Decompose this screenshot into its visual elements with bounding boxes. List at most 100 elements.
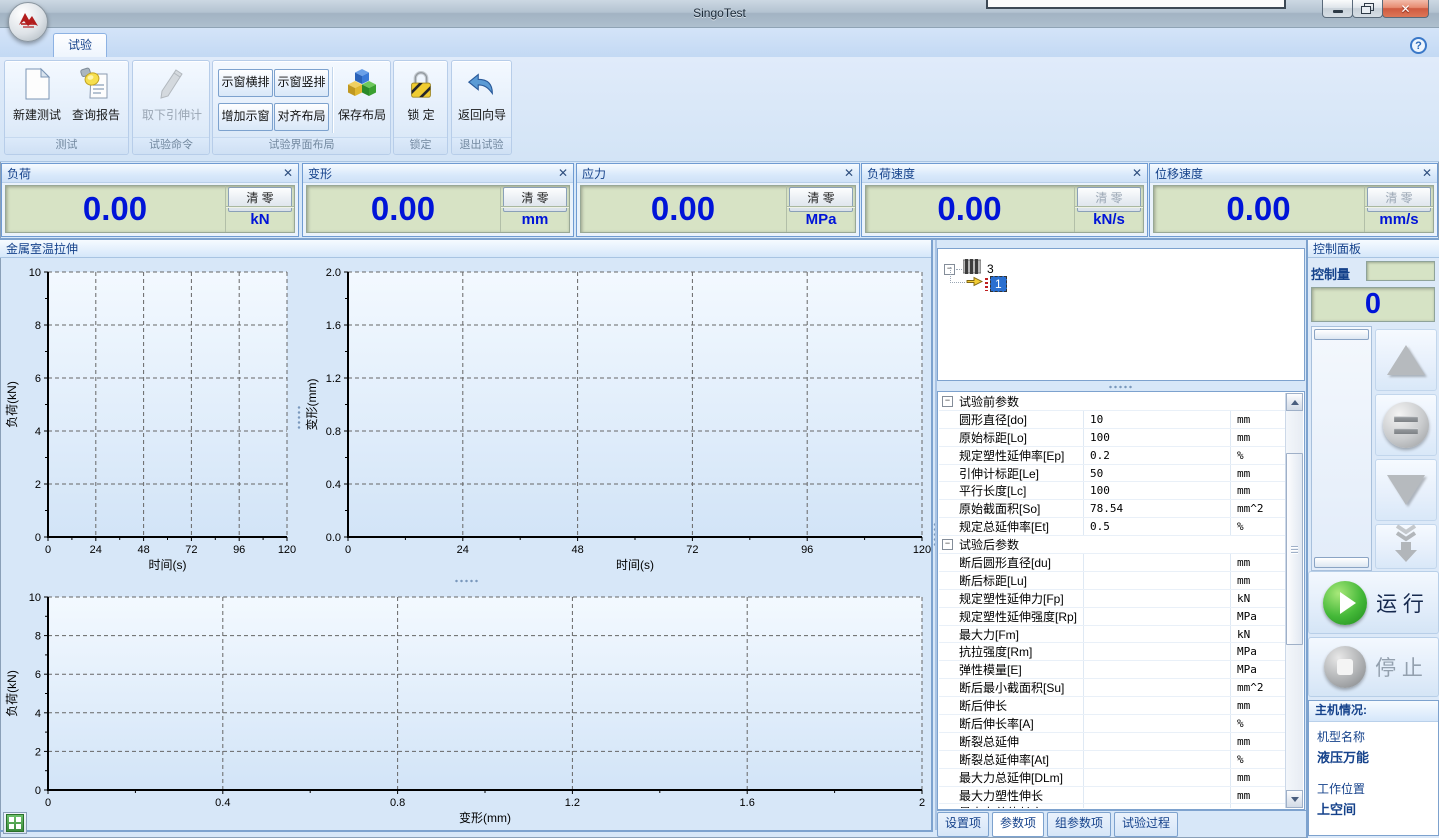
panel-close-icon[interactable]: ✕: [558, 166, 568, 180]
app-menu-button[interactable]: [8, 2, 48, 42]
tab-params[interactable]: 参数项: [992, 812, 1044, 837]
align-layout-button[interactable]: 对齐布局: [274, 103, 329, 131]
param-value[interactable]: [1084, 697, 1231, 714]
back-wizard-button[interactable]: 返回向导: [454, 64, 510, 137]
run-button[interactable]: 运 行: [1308, 571, 1439, 634]
load-display-panel: 负荷 ✕ 0.00 清 零 kN: [1, 163, 299, 237]
add-window-button[interactable]: 增加示窗: [218, 103, 273, 131]
display-title: 负荷: [7, 165, 31, 182]
param-row: 引伸计标距[Le]50mm: [939, 465, 1286, 483]
param-value[interactable]: 100: [1084, 482, 1231, 499]
svg-text:0: 0: [45, 797, 51, 809]
param-value[interactable]: [1084, 751, 1231, 768]
param-value[interactable]: 10: [1084, 411, 1231, 428]
close-button[interactable]: ✕: [1382, 0, 1429, 18]
group-label-command: 试验命令: [133, 137, 209, 154]
bottom-tab-bar: 设置项参数项组参数项试验过程: [937, 812, 1306, 836]
tab-group-params[interactable]: 组参数项: [1047, 812, 1111, 837]
remove-extensometer-button[interactable]: 取下引伸计: [137, 64, 207, 137]
param-value[interactable]: [1084, 661, 1231, 678]
spin-down-button[interactable]: [1375, 459, 1437, 521]
display-readout: 0.00 清 零 kN/s: [865, 185, 1144, 233]
collapse-icon[interactable]: −: [942, 396, 953, 407]
param-value[interactable]: 0.2: [1084, 447, 1231, 464]
scroll-up-button[interactable]: [1286, 393, 1303, 411]
param-value[interactable]: 0.5: [1084, 518, 1231, 535]
help-button[interactable]: ?: [1410, 37, 1427, 54]
svg-text:负荷(kN): 负荷(kN): [5, 670, 19, 717]
collapse-icon[interactable]: −: [942, 539, 953, 550]
param-value[interactable]: [1084, 715, 1231, 732]
ribbon-tab-test[interactable]: 试验: [53, 33, 107, 57]
svg-text:6: 6: [35, 373, 41, 385]
panel-close-icon[interactable]: ✕: [283, 166, 293, 180]
splitter-grip: [454, 579, 480, 583]
svg-text:0.0: 0.0: [326, 532, 341, 544]
balance-button[interactable]: [1375, 394, 1437, 456]
param-row: 平行长度[Lc]100mm: [939, 482, 1286, 500]
param-value[interactable]: [1084, 804, 1231, 808]
fast-down-button[interactable]: [1375, 524, 1437, 569]
param-value[interactable]: 78.54: [1084, 500, 1231, 517]
minimize-button[interactable]: [1322, 0, 1353, 18]
param-value[interactable]: [1084, 572, 1231, 589]
param-value[interactable]: [1084, 787, 1231, 804]
tab-settings[interactable]: 设置项: [937, 812, 989, 837]
tab-process[interactable]: 试验过程: [1114, 812, 1178, 837]
back-wizard-label: 返回向导: [458, 106, 506, 123]
query-report-button[interactable]: 查询报告: [67, 64, 125, 137]
group-separator: [332, 67, 333, 133]
param-value[interactable]: [1084, 590, 1231, 607]
param-group-label: 试验前参数: [959, 393, 1019, 410]
window-horizontal-button[interactable]: 示窗横排: [218, 69, 273, 97]
spin-up-button[interactable]: [1375, 329, 1437, 391]
param-value[interactable]: [1084, 608, 1231, 625]
scroll-down-button[interactable]: [1286, 790, 1303, 808]
param-row: 规定塑性延伸力[Fp]kN: [939, 590, 1286, 608]
control-amount-input[interactable]: [1366, 261, 1435, 281]
param-row: 断后最小截面积[Su]mm^2: [939, 679, 1286, 697]
chart-vertical-splitter[interactable]: [296, 259, 302, 577]
param-value[interactable]: 50: [1084, 465, 1231, 482]
tree-selected-node[interactable]: 1: [990, 276, 1007, 292]
param-unit: mm: [1231, 429, 1286, 446]
params-scrollbar[interactable]: [1285, 393, 1303, 808]
lock-button[interactable]: 锁 定: [395, 64, 447, 137]
param-group-row[interactable]: −试验前参数: [939, 393, 1286, 411]
panel-close-icon[interactable]: ✕: [844, 166, 854, 180]
control-value-display: 0: [1311, 287, 1435, 322]
displacement-speed-display-panel: 位移速度 ✕ 0.00 清 零 mm/s: [1149, 163, 1438, 237]
param-name: 平行长度[Lc]: [939, 482, 1084, 499]
panel-close-icon[interactable]: ✕: [1132, 166, 1142, 180]
slider-thumb[interactable]: [1314, 329, 1369, 340]
param-value[interactable]: [1084, 643, 1231, 660]
param-value[interactable]: [1084, 769, 1231, 786]
save-layout-button[interactable]: 保存布局: [335, 64, 389, 137]
panel-close-icon[interactable]: ✕: [1422, 166, 1432, 180]
stop-button[interactable]: 停 止: [1308, 637, 1439, 697]
param-value[interactable]: [1084, 554, 1231, 571]
control-slider-track[interactable]: [1311, 326, 1372, 571]
tree-params-splitter[interactable]: [937, 383, 1305, 391]
scroll-thumb[interactable]: [1286, 453, 1303, 645]
param-unit: %: [1231, 804, 1286, 808]
param-value[interactable]: [1084, 733, 1231, 750]
query-report-icon: [78, 66, 114, 102]
param-name: 原始标距[Lo]: [939, 429, 1084, 446]
layout-grid-button[interactable]: [3, 812, 27, 834]
svg-text:0: 0: [35, 785, 41, 797]
tree-node-specimen[interactable]: 1: [966, 275, 1007, 293]
display-title: 位移速度: [1155, 165, 1203, 182]
param-row: 原始截面积[So]78.54mm^2: [939, 500, 1286, 518]
param-group-row[interactable]: −试验后参数: [939, 536, 1286, 554]
param-value[interactable]: [1084, 679, 1231, 696]
svg-text:负荷(kN): 负荷(kN): [5, 381, 19, 428]
restore-button[interactable]: [1352, 0, 1383, 18]
param-value[interactable]: 100: [1084, 429, 1231, 446]
new-test-button[interactable]: 新建测试: [9, 64, 65, 137]
svg-text:10: 10: [29, 592, 41, 604]
window-vertical-button[interactable]: 示窗竖排: [274, 69, 329, 97]
display-readout: 0.00 清 零 kN: [5, 185, 295, 233]
chart-horizontal-splitter[interactable]: [2, 577, 931, 584]
param-value[interactable]: [1084, 626, 1231, 643]
